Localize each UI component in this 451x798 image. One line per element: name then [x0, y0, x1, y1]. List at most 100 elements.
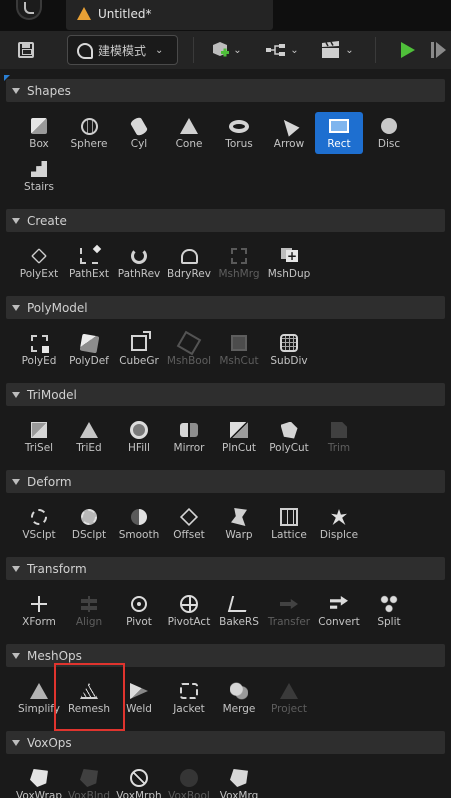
mode-selector[interactable]: 建模模式 ⌄ [67, 35, 178, 65]
tool-subdiv[interactable]: SubDiv [265, 329, 313, 371]
level-tab[interactable]: Untitled* [66, 0, 273, 30]
category-header-trimodel[interactable]: TriModel [6, 383, 445, 406]
tool-voxblnd[interactable]: VoxBlnd [65, 764, 113, 798]
tool-offset[interactable]: Offset [165, 503, 213, 545]
rect-icon [329, 116, 349, 136]
tool-stairs[interactable]: Stairs [15, 155, 63, 197]
tool-pivotact[interactable]: PivotAct [165, 590, 213, 632]
edit-icon [29, 333, 49, 353]
tool-voxmrph[interactable]: VoxMrph [115, 764, 163, 798]
tool-label: VoxWrap [15, 790, 62, 798]
collapse-arrow-icon [12, 217, 20, 224]
category-header-deform[interactable]: Deform [6, 470, 445, 493]
tool-mshdup[interactable]: MshDup [265, 242, 313, 284]
clapperboard-icon [322, 41, 340, 58]
unreal-logo-icon[interactable] [16, 0, 42, 20]
tool-cubegr[interactable]: CubeGr [115, 329, 163, 371]
tool-disc[interactable]: Disc [365, 112, 413, 154]
remesh-icon [79, 681, 99, 701]
tool-tried[interactable]: TriEd [65, 416, 113, 458]
tool-voxbool[interactable]: VoxBool [165, 764, 213, 798]
tool-transfer[interactable]: Transfer [265, 590, 313, 632]
cinematics-button[interactable]: ⌄ [317, 35, 357, 65]
category-header-create[interactable]: Create [6, 209, 445, 232]
tool-simplify[interactable]: Simplify [15, 677, 63, 719]
tool-pathrev[interactable]: PathRev [115, 242, 163, 284]
tool-trim[interactable]: Trim [315, 416, 363, 458]
chevron-down-icon: ⌄ [155, 44, 164, 56]
tool-displce[interactable]: Displce [315, 503, 363, 545]
tool-split[interactable]: Split [365, 590, 413, 632]
tool-label: PathRev [117, 268, 161, 280]
disc-icon [379, 116, 399, 136]
tool-sphere[interactable]: Sphere [65, 112, 113, 154]
tool-label: Mirror [173, 442, 205, 454]
tool-label: PivotAct [167, 616, 211, 628]
tool-pathext[interactable]: PathExt [65, 242, 113, 284]
tool-voxmrg[interactable]: VoxMrg [215, 764, 263, 798]
tool-smooth[interactable]: Smooth [115, 503, 163, 545]
play-button[interactable] [398, 35, 418, 65]
tool-warp[interactable]: Warp [215, 503, 263, 545]
tool-polyed[interactable]: PolyEd [15, 329, 63, 371]
pen-icon [29, 246, 49, 266]
bakers-icon [227, 594, 251, 614]
category-header-transform[interactable]: Transform [6, 557, 445, 580]
category-header-voxops[interactable]: VoxOps [6, 731, 445, 754]
tool-label: PolyExt [19, 268, 59, 280]
tool-plncut[interactable]: PlnCut [215, 416, 263, 458]
tool-label: PolyCut [269, 442, 309, 454]
tool-mshcut[interactable]: MshCut [215, 329, 263, 371]
tool-merge[interactable]: Merge [215, 677, 263, 719]
tool-polyext[interactable]: PolyExt [15, 242, 63, 284]
rev-icon [129, 246, 149, 266]
arrow-icon [278, 115, 300, 137]
tool-rect[interactable]: Rect [315, 112, 363, 154]
tool-trisel[interactable]: TriSel [15, 416, 63, 458]
tool-cyl[interactable]: Cyl [115, 112, 163, 154]
tool-box[interactable]: Box [15, 112, 63, 154]
tool-align[interactable]: Align [65, 590, 113, 632]
tool-mshbool[interactable]: MshBool [165, 329, 213, 371]
tool-xform[interactable]: XForm [15, 590, 63, 632]
tool-convert[interactable]: Convert [315, 590, 363, 632]
tool-arrow[interactable]: Arrow [265, 112, 313, 154]
tool-voxwrap[interactable]: VoxWrap [15, 764, 63, 798]
advance-frame-button[interactable] [428, 35, 448, 65]
add-actor-button[interactable]: ⌄ [207, 35, 245, 65]
tool-remesh[interactable]: Remesh [65, 677, 113, 719]
cut-icon [229, 333, 249, 353]
xform-icon [29, 594, 49, 614]
tool-jacket[interactable]: Jacket [165, 677, 213, 719]
split-icon [379, 594, 399, 614]
tool-mshmrg[interactable]: MshMrg [215, 242, 263, 284]
tool-project[interactable]: Project [265, 677, 313, 719]
tool-vsclpt[interactable]: VSclpt [15, 503, 63, 545]
tool-hfill[interactable]: HFill [115, 416, 163, 458]
tool-bakers[interactable]: BakeRS [215, 590, 263, 632]
save-button[interactable] [10, 35, 42, 65]
blueprint-button[interactable]: ⌄ [262, 35, 302, 65]
convert-icon [329, 594, 349, 614]
tool-label: TriSel [24, 442, 54, 454]
dsculpt-icon [79, 507, 99, 527]
tool-weld[interactable]: Weld [115, 677, 163, 719]
tool-torus[interactable]: Torus [215, 112, 263, 154]
tool-mirror[interactable]: Mirror [165, 416, 213, 458]
tool-pivot[interactable]: Pivot [115, 590, 163, 632]
tool-polydef[interactable]: PolyDef [65, 329, 113, 371]
tool-cone[interactable]: Cone [165, 112, 213, 154]
tool-polycut[interactable]: PolyCut [265, 416, 313, 458]
blueprint-icon [266, 44, 286, 56]
category-header-polymodel[interactable]: PolyModel [6, 296, 445, 319]
tool-lattice[interactable]: Lattice [265, 503, 313, 545]
tool-label: BakeRS [219, 616, 259, 628]
jacket-icon [179, 681, 199, 701]
category-header-meshops[interactable]: MeshOps [6, 644, 445, 667]
tool-label: Merge [222, 703, 256, 715]
tool-label: Align [75, 616, 103, 628]
category-header-shapes[interactable]: Shapes [6, 79, 445, 102]
tool-dsclpt[interactable]: DSclpt [65, 503, 113, 545]
tool-label: Trim [327, 442, 351, 454]
tool-bdryrev[interactable]: BdryRev [165, 242, 213, 284]
